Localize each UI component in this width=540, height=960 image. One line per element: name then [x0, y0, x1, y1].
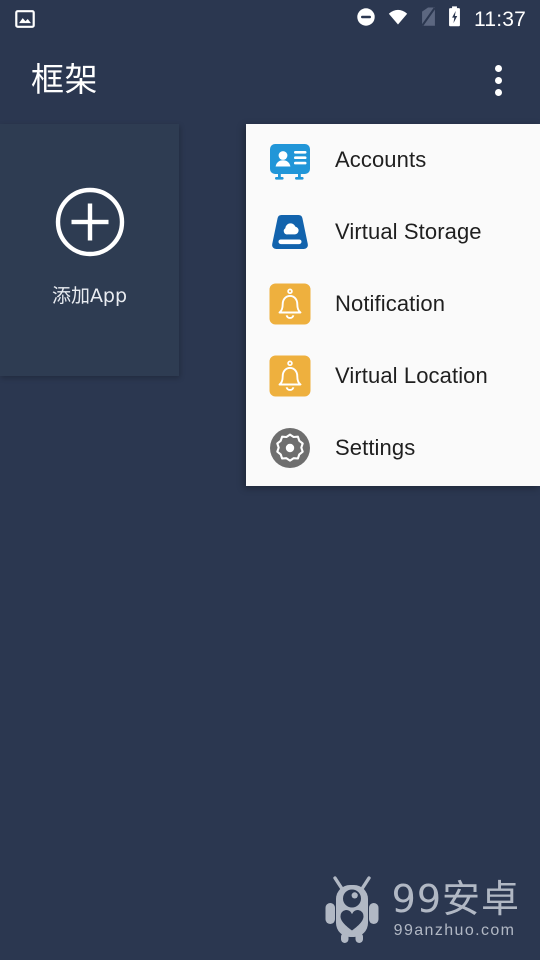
- watermark-text: 99安卓 99anzhuo.com: [392, 878, 520, 941]
- app-toolbar: 框架: [0, 38, 540, 122]
- virtual-storage-icon: [268, 210, 312, 254]
- page-title: 框架: [31, 60, 98, 99]
- screenshot-image-icon: [14, 8, 36, 35]
- robot-mascot-icon: [323, 869, 381, 950]
- menu-item-label: Notification: [335, 291, 446, 316]
- status-bar-clock: 11:37: [474, 7, 526, 31]
- accounts-icon: [268, 138, 312, 182]
- menu-item-label: Virtual Location: [335, 363, 488, 388]
- status-bar: 11:37: [0, 0, 540, 38]
- settings-gear-icon: [268, 426, 312, 470]
- add-app-card[interactable]: 添加App: [0, 124, 179, 376]
- overflow-dot-icon: [494, 88, 502, 96]
- watermark-title: 99安卓: [391, 877, 520, 921]
- battery-charging-icon: [447, 5, 462, 33]
- status-bar-left-icons: [14, 8, 36, 35]
- overflow-dot-icon: [494, 76, 502, 84]
- wifi-icon: [386, 6, 410, 33]
- menu-item-accounts[interactable]: Accounts: [246, 124, 540, 196]
- overflow-menu-button[interactable]: [478, 60, 518, 100]
- menu-item-notification[interactable]: Notification: [246, 268, 540, 340]
- overflow-dot-icon: [494, 64, 502, 72]
- menu-item-settings[interactable]: Settings: [246, 412, 540, 484]
- plus-circle-icon: [52, 184, 128, 265]
- menu-item-label: Accounts: [335, 147, 427, 172]
- notification-bell-icon: [268, 282, 312, 326]
- status-bar-right-icons: 11:37: [355, 0, 526, 38]
- overflow-dropdown-menu: Accounts Virtual Storage Notification Vi…: [246, 124, 540, 486]
- menu-item-label: Virtual Storage: [335, 219, 482, 244]
- menu-item-label: Settings: [335, 435, 416, 460]
- add-app-label: 添加App: [51, 285, 128, 307]
- phone-screen: 11:37 框架 添加App Accounts Virtual Storage …: [0, 0, 540, 960]
- menu-item-virtual-location[interactable]: Virtual Location: [246, 340, 540, 412]
- no-sim-icon: [419, 6, 438, 33]
- site-watermark: 99安卓 99anzhuo.com: [323, 869, 520, 950]
- do-not-disturb-icon: [355, 6, 377, 33]
- virtual-location-icon: [268, 354, 312, 398]
- watermark-subtitle: 99anzhuo.com: [393, 922, 516, 939]
- menu-item-virtual-storage[interactable]: Virtual Storage: [246, 196, 540, 268]
